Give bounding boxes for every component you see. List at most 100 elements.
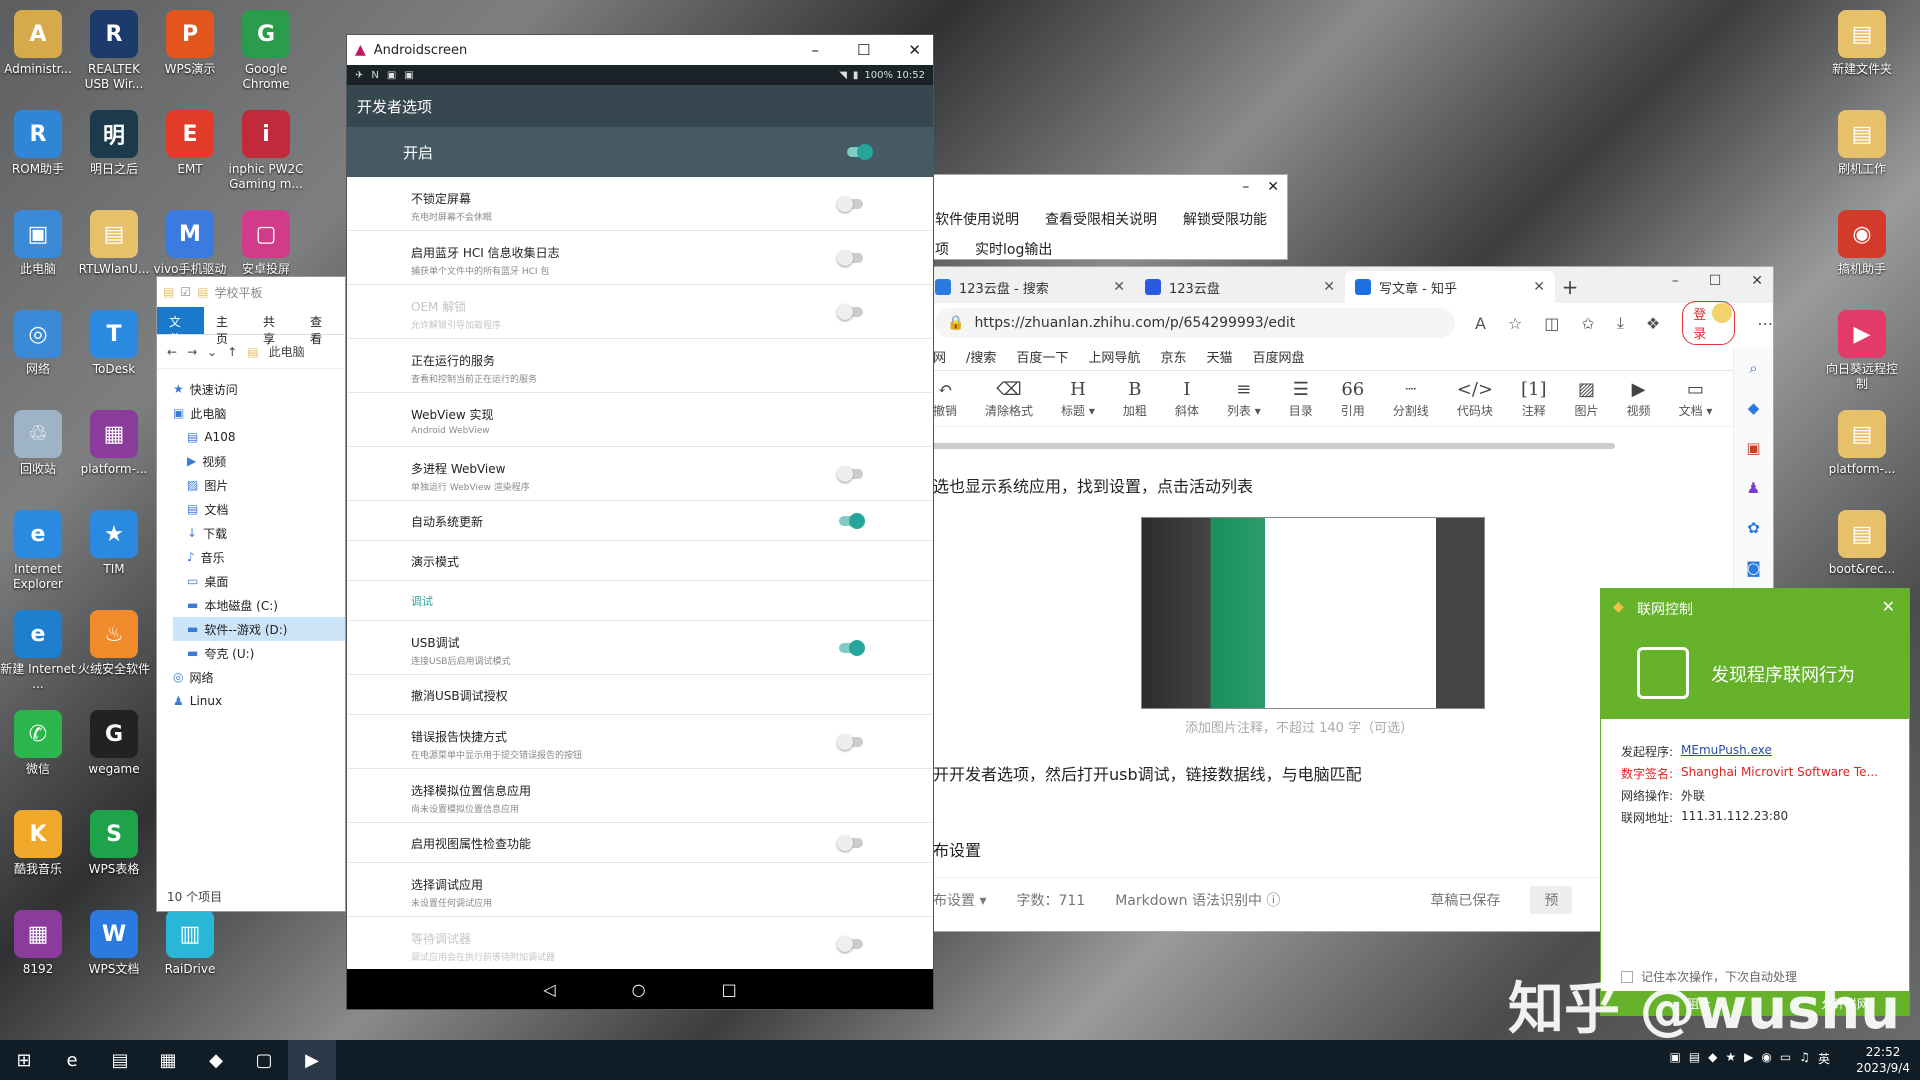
master-toggle-row[interactable]: 开启 — [347, 127, 933, 177]
bgwin-link[interactable]: 实时log输出 — [975, 239, 1052, 259]
androidscreen-window[interactable]: ▲ Androidscreen – ☐ ✕ ✈ N ▣ ▣ ◥ ▮ 100% 1… — [346, 34, 934, 1010]
settings-item[interactable]: 演示模式 — [347, 541, 933, 581]
person-icon[interactable]: ♟ — [1747, 479, 1760, 497]
chevron-down-icon[interactable]: ⌄ — [207, 345, 217, 359]
favorites-icon[interactable]: ✩ — [1581, 314, 1594, 333]
taskbar-app-icon[interactable]: ◆ — [192, 1040, 240, 1080]
nav-tree-item[interactable]: ▨ 图片 — [173, 473, 345, 497]
bgwin-link[interactable]: 项 — [935, 239, 949, 259]
editor-tool-button[interactable]: ≡ 列表 ▾ — [1227, 379, 1261, 419]
close-icon[interactable]: ✕ — [1882, 597, 1895, 616]
desktop-icon[interactable]: R REALTEK USB Wir... — [76, 4, 152, 100]
settings-item[interactable]: 正在运行的服务 查看和控制当前正在运行的服务 — [347, 339, 933, 393]
taskbar-app-icon[interactable]: ▢ — [240, 1040, 288, 1080]
desktop-icon[interactable]: ▣ 此电脑 — [0, 204, 76, 300]
toggle-switch[interactable] — [837, 733, 863, 750]
bookmark-item[interactable]: 天猫 — [1206, 347, 1232, 366]
article-paragraph[interactable]: 开开发者选项，然后打开usb调试，链接数据线，与电脑匹配 — [933, 761, 1362, 785]
download-icon[interactable]: ⤓ — [1617, 313, 1624, 333]
tray-icon[interactable]: ◉ — [1761, 1050, 1771, 1067]
settings-item[interactable]: 启用蓝牙 HCI 信息收集日志 捕获单个文件中的所有蓝牙 HCI 包 — [347, 231, 933, 285]
desktop-icon[interactable]: S WPS表格 — [76, 804, 152, 900]
editor-tool-button[interactable]: [1] 注释 — [1521, 379, 1547, 419]
toggle-switch[interactable] — [837, 834, 863, 851]
network-control-popup[interactable]: ◆ 联网控制 ✕ 发现程序联网行为 发起程序: MEmuPush.exe 数字签名:… — [1600, 588, 1910, 1016]
minimize-icon[interactable]: – — [1242, 179, 1249, 195]
nav-tree-item[interactable]: ♟ Linux — [173, 689, 345, 713]
nav-tree-item[interactable]: ★ 快速访问 — [173, 377, 345, 401]
nav-tree-item[interactable]: ▬ 本地磁盘 (C:) — [173, 593, 345, 617]
desktop-icon[interactable]: 明明日之后 — [76, 104, 152, 200]
ribbon-tab[interactable]: 文件 — [157, 307, 204, 346]
input-method[interactable]: 英 — [1818, 1050, 1830, 1067]
nav-tree-item[interactable]: ◎ 网络 — [173, 665, 345, 689]
volume-icon[interactable]: ♫ — [1799, 1050, 1810, 1067]
settings-item[interactable]: 多进程 WebView 单独运行 WebView 渲染程序 — [347, 447, 933, 501]
settings-item[interactable]: 撤消USB调试授权 — [347, 675, 933, 715]
article-paragraph[interactable]: 选也显示系统应用，找到设置，点击活动列表 — [933, 473, 1253, 497]
new-tab-button[interactable]: + — [1555, 271, 1585, 303]
desktop-icon[interactable]: i inphic PW2C Gaming m... — [228, 104, 304, 200]
nav-tree-item[interactable]: ▶ 视频 — [173, 449, 345, 473]
bookmark-item[interactable]: 上网导航 — [1088, 347, 1140, 366]
taskbar-app-icon[interactable]: ▤ — [96, 1040, 144, 1080]
up-arrow-icon[interactable]: ↑ — [227, 345, 237, 359]
browser-tab[interactable]: 写文章 - 知乎 ✕ — [1345, 271, 1555, 303]
extension-icon[interactable]: ❖ — [1646, 314, 1660, 333]
desktop-icon[interactable]: G Google Chrome — [228, 4, 304, 100]
home-icon[interactable]: ○ — [632, 980, 646, 999]
bgwin-link[interactable]: 查看受限相关说明 — [1045, 209, 1157, 229]
desktop-icon[interactable]: e Internet Explorer — [0, 504, 76, 600]
login-button[interactable]: 登录 — [1682, 301, 1736, 345]
split-screen-icon[interactable]: ◫ — [1544, 314, 1559, 333]
tag-icon[interactable]: ◆ — [1748, 399, 1760, 417]
nav-tree-item[interactable]: ♪ 音乐 — [173, 545, 345, 569]
desktop-icon[interactable]: ▤ RTLWlanU... — [76, 204, 152, 300]
back-icon[interactable]: ◁ — [543, 980, 555, 999]
bookmark-item[interactable]: 京东 — [1160, 347, 1186, 366]
horizontal-scrollbar[interactable] — [925, 443, 1615, 449]
taskbar-app-icon[interactable]: ⊞ — [0, 1040, 48, 1080]
desktop-icon[interactable]: ▦ platform-... — [76, 404, 152, 500]
editor-tool-button[interactable]: I 斜体 — [1175, 379, 1199, 419]
close-icon[interactable]: ✕ — [1323, 279, 1335, 295]
article-paragraph[interactable]: 布设置 — [933, 837, 981, 861]
bookmark-item[interactable]: /搜索 — [966, 347, 996, 366]
nav-tree-item[interactable]: ↓ 下载 — [173, 521, 345, 545]
desktop-icon[interactable]: T ToDesk — [76, 304, 152, 400]
editor-tool-button[interactable]: ▶ 视频 — [1627, 379, 1651, 419]
more-menu-icon[interactable]: ⋯ — [1757, 314, 1773, 333]
image-caption-input[interactable]: 添加图片注释，不超过 140 字（可选） — [1185, 717, 1413, 736]
desktop-icon[interactable]: ✆ 微信 — [0, 704, 76, 800]
toolbox-icon[interactable]: ▣ — [1746, 439, 1760, 457]
desktop-icon[interactable]: ▤ 新建文件夹 — [1824, 4, 1900, 100]
clock[interactable]: 22:52 2023/9/4 — [1856, 1044, 1910, 1076]
tray-icon[interactable]: ▶ — [1744, 1050, 1753, 1067]
desktop-icon[interactable]: E EMT — [152, 104, 228, 200]
desktop-icon[interactable]: ▦ 8192 — [0, 904, 76, 1000]
close-icon[interactable]: ✕ — [1113, 279, 1125, 295]
favorite-star-icon[interactable]: ☆ — [1508, 314, 1522, 333]
master-toggle-switch[interactable] — [847, 144, 873, 160]
ribbon-tab[interactable]: 共享 — [251, 307, 298, 346]
editor-tool-button[interactable]: ▭ 文档 ▾ — [1679, 379, 1713, 419]
search-icon[interactable]: ⌕ — [1749, 359, 1757, 377]
desktop-icon[interactable]: Gwegame — [76, 704, 152, 800]
forward-arrow-icon[interactable]: → — [187, 345, 197, 359]
editor-tool-button[interactable]: ▨ 图片 — [1575, 379, 1599, 419]
taskbar-app-icon[interactable]: ▶ — [288, 1040, 336, 1080]
desktop-icon[interactable]: ▶ 向日葵远程控制 — [1824, 304, 1900, 400]
nav-tree-item[interactable]: ▬ 夸克 (U:) — [173, 641, 345, 665]
maximize-icon[interactable]: ☐ — [857, 41, 870, 59]
editor-tool-button[interactable]: ☰ 目录 — [1289, 379, 1313, 419]
preview-button[interactable]: 预 — [1530, 885, 1573, 914]
toggle-switch[interactable] — [837, 935, 863, 952]
publish-settings[interactable]: 布设置 ▾ — [933, 890, 986, 910]
settings-item[interactable]: 选择模拟位置信息应用 尚未设置模拟位置信息应用 — [347, 769, 933, 823]
nav-tree-item[interactable]: ▤ A108 — [173, 425, 345, 449]
settings-item[interactable]: OEM 解锁 允许解锁引导加载程序 — [347, 285, 933, 339]
close-icon[interactable]: ✕ — [1267, 179, 1279, 195]
settings-item[interactable]: USB调试 连接USB后启用调试模式 — [347, 621, 933, 675]
desktop-icon[interactable]: R ROM助手 — [0, 104, 76, 200]
editor-tool-button[interactable]: B 加粗 — [1123, 379, 1147, 419]
